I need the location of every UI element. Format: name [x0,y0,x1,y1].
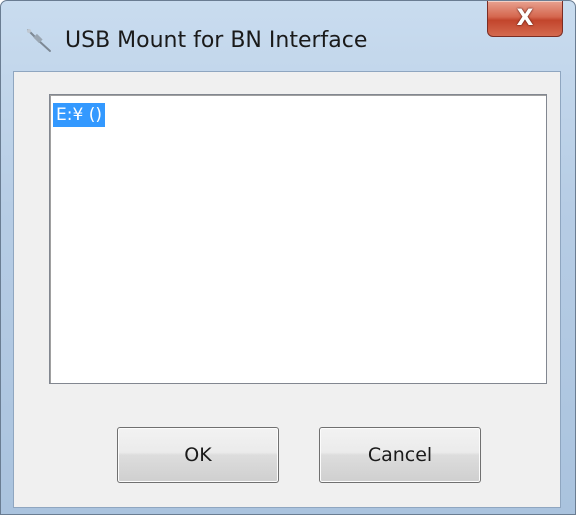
close-button[interactable]: X [487,1,563,37]
ok-button[interactable]: OK [117,427,279,483]
title-bar[interactable]: USB Mount for BN Interface X [1,1,575,73]
list-item[interactable]: E:¥ () [53,103,105,127]
window-title: USB Mount for BN Interface [65,28,368,53]
drive-listbox[interactable]: E:¥ () [49,94,547,384]
close-icon: X [516,6,534,31]
dialog-window: USB Mount for BN Interface X E:¥ () OK C… [0,0,576,515]
cancel-button[interactable]: Cancel [319,427,481,483]
usb-plug-icon [25,27,53,53]
dialog-body: E:¥ () OK Cancel [13,71,561,508]
